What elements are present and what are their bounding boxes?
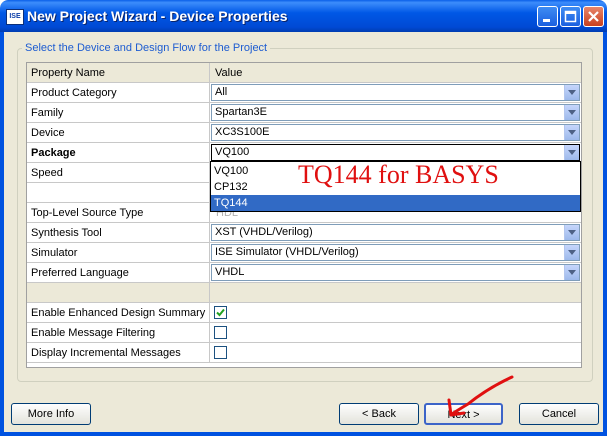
chevron-down-icon[interactable]: [564, 125, 579, 140]
preferred-language-select[interactable]: VHDL: [211, 264, 580, 281]
enhanced-design-summary-checkbox[interactable]: [214, 306, 227, 319]
wizard-window: ISE New Project Wizard - Device Properti…: [0, 0, 607, 436]
chevron-down-icon[interactable]: [564, 85, 579, 100]
row-separator: [27, 283, 581, 303]
row-family: Family Spartan3E: [27, 103, 581, 123]
grid-header: Property Name Value: [27, 63, 581, 83]
header-property-name: Property Name: [27, 63, 210, 83]
select-value: ISE Simulator (VHDL/Verilog): [215, 246, 359, 258]
property-label: Product Category: [27, 83, 210, 103]
family-select[interactable]: Spartan3E: [211, 104, 580, 121]
close-icon: [588, 11, 599, 22]
ise-app-icon: ISE: [6, 9, 24, 25]
row-product-category: Product Category All: [27, 83, 581, 103]
property-label: Speed: [27, 163, 210, 183]
product-category-select[interactable]: All: [211, 84, 580, 101]
property-label: Top-Level Source Type: [27, 203, 210, 223]
red-arrow-annotation: [447, 375, 514, 417]
simulator-select[interactable]: ISE Simulator (VHDL/Verilog): [211, 244, 580, 261]
header-value: Value: [210, 63, 581, 83]
property-label: Enable Message Filtering: [27, 323, 210, 343]
checkmark-icon: [216, 308, 225, 317]
incremental-messages-checkbox[interactable]: [214, 346, 227, 359]
row-device: Device XC3S100E: [27, 123, 581, 143]
back-button[interactable]: < Back: [339, 403, 419, 425]
chevron-down-icon[interactable]: [564, 245, 579, 260]
minimize-button[interactable]: [537, 6, 558, 27]
select-value: XST (VHDL/Verilog): [215, 226, 313, 238]
property-label: Device: [27, 123, 210, 143]
property-label: Family: [27, 103, 210, 123]
annotation-text: TQ144 for BASYS: [298, 160, 499, 189]
row-preferred-language: Preferred Language VHDL: [27, 263, 581, 283]
select-value: All: [215, 86, 228, 98]
select-value: VQ100: [215, 146, 250, 158]
device-select[interactable]: XC3S100E: [211, 124, 580, 141]
message-filtering-checkbox[interactable]: [214, 326, 227, 339]
property-label: Package: [27, 143, 210, 163]
chevron-down-icon[interactable]: [564, 225, 579, 240]
select-value: VHDL: [215, 266, 245, 278]
property-label: Enable Enhanced Design Summary: [27, 303, 210, 323]
property-label: Display Incremental Messages: [27, 343, 210, 363]
close-button[interactable]: [583, 6, 604, 27]
row-message-filtering: Enable Message Filtering: [27, 323, 581, 343]
chevron-down-icon[interactable]: [564, 105, 579, 120]
property-label: [27, 183, 210, 203]
window-title: New Project Wizard - Device Properties: [27, 8, 288, 24]
row-synthesis-tool: Synthesis Tool XST (VHDL/Verilog): [27, 223, 581, 243]
select-value: XC3S100E: [215, 126, 270, 138]
package-option-tq144[interactable]: TQ144: [211, 195, 580, 211]
synthesis-tool-select[interactable]: XST (VHDL/Verilog): [211, 224, 580, 241]
property-label: Preferred Language: [27, 263, 210, 283]
title-bar[interactable]: ISE New Project Wizard - Device Properti…: [0, 0, 607, 32]
property-label: Simulator: [27, 243, 210, 263]
row-incremental-messages: Display Incremental Messages: [27, 343, 581, 363]
minimize-icon: [543, 19, 550, 22]
group-label: Select the Device and Design Flow for th…: [22, 42, 271, 54]
select-value: Spartan3E: [215, 106, 267, 118]
maximize-icon: [564, 10, 577, 23]
chevron-down-icon[interactable]: [564, 265, 579, 280]
package-select[interactable]: VQ100: [211, 144, 580, 161]
row-enhanced-design-summary: Enable Enhanced Design Summary: [27, 303, 581, 323]
row-simulator: Simulator ISE Simulator (VHDL/Verilog): [27, 243, 581, 263]
chevron-down-icon[interactable]: [564, 145, 579, 160]
cancel-button[interactable]: Cancel: [519, 403, 599, 425]
property-label: Synthesis Tool: [27, 223, 210, 243]
maximize-button[interactable]: [560, 6, 581, 27]
property-grid: Property Name Value Product Category All…: [26, 62, 582, 368]
more-info-button[interactable]: More Info: [11, 403, 91, 425]
